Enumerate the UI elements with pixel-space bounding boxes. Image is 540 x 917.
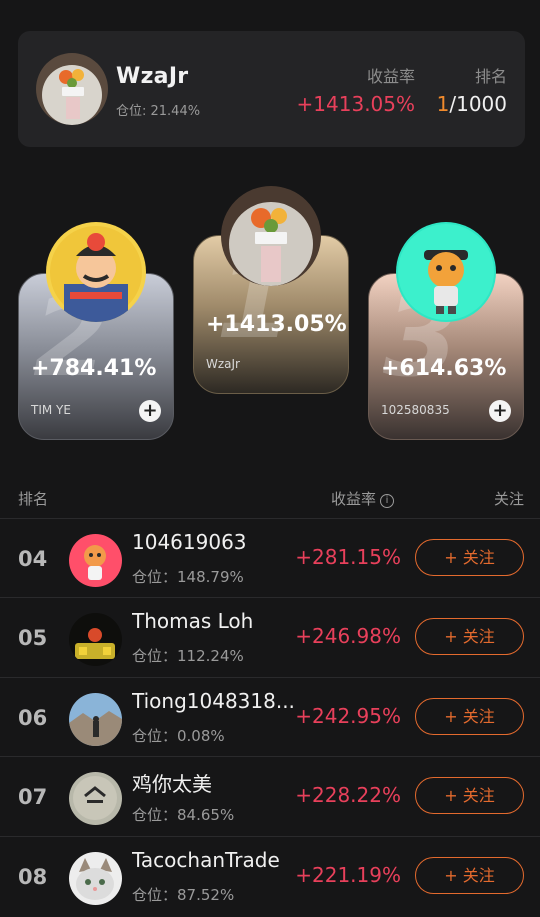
avatar[interactable] xyxy=(69,613,122,666)
my-rank: 1/1000 xyxy=(437,92,507,116)
podium-name: 102580835 xyxy=(381,403,450,417)
podium-name: WzaJr xyxy=(206,357,240,371)
row-position: 仓位：112.24% xyxy=(132,647,244,665)
avatar[interactable] xyxy=(69,852,122,905)
row-position: 仓位：84.65% xyxy=(132,806,235,824)
table-row[interactable]: 04 104619063 仓位：148.79% +281.15% + 关注 xyxy=(0,518,540,598)
follow-button[interactable]: + 关注 xyxy=(415,618,524,655)
rank-label: 排名 xyxy=(474,67,507,86)
row-return-rate: +281.15% xyxy=(295,545,401,569)
my-name: WzaJr xyxy=(116,64,189,89)
podium-rate: +614.63% xyxy=(381,356,507,381)
follow-button[interactable]: + 关注 xyxy=(415,777,524,814)
row-position: 仓位：148.79% xyxy=(132,568,244,586)
table-row[interactable]: 08 TacochanTrade 仓位：87.52% +221.19% + 关注 xyxy=(0,836,540,916)
list-header-rate-label: 收益率 xyxy=(331,490,377,508)
table-row[interactable]: 06 Tiong1048318... 仓位：0.08% +242.95% + 关… xyxy=(0,677,540,757)
avatar[interactable] xyxy=(69,534,122,587)
my-return-rate: +1413.05% xyxy=(296,92,415,116)
row-return-rate: +242.95% xyxy=(295,704,401,728)
follow-button[interactable]: + 关注 xyxy=(415,857,524,894)
row-name: 104619063 xyxy=(132,530,247,554)
row-return-rate: +221.19% xyxy=(295,863,401,887)
podium-rate: +784.41% xyxy=(31,356,157,381)
follow-button[interactable]: + 关注 xyxy=(415,539,524,576)
table-row[interactable]: 05 Thomas Loh 仓位：112.24% +246.98% + 关注 xyxy=(0,597,540,677)
avatar[interactable] xyxy=(36,53,108,125)
row-name: Tiong1048318... xyxy=(132,689,295,713)
follow-button[interactable]: + 关注 xyxy=(415,698,524,735)
avatar[interactable] xyxy=(46,222,146,322)
podium-rate: +1413.05% xyxy=(206,312,347,337)
avatar[interactable] xyxy=(396,222,496,322)
row-name: 鸡你太美 xyxy=(132,772,212,796)
list-header-return-rate: 收益率 i xyxy=(331,488,395,509)
row-return-rate: +228.22% xyxy=(295,783,401,807)
list-header-rank: 排名 xyxy=(18,490,49,508)
follow-plus-button[interactable]: + xyxy=(489,400,511,422)
info-icon[interactable]: i xyxy=(380,494,395,508)
row-position: 仓位：0.08% xyxy=(132,727,225,745)
avatar[interactable] xyxy=(69,693,122,746)
row-return-rate: +246.98% xyxy=(295,624,401,648)
row-position: 仓位：87.52% xyxy=(132,886,235,904)
table-row[interactable]: 07 鸡你太美 仓位：84.65% +228.22% + 关注 xyxy=(0,756,540,836)
row-rank: 08 xyxy=(18,865,48,889)
row-name: TacochanTrade xyxy=(132,848,280,872)
avatar[interactable] xyxy=(69,772,122,825)
follow-plus-button[interactable]: + xyxy=(139,400,161,422)
avatar[interactable] xyxy=(221,186,321,286)
row-rank: 06 xyxy=(18,706,48,730)
row-name: Thomas Loh xyxy=(132,609,254,633)
my-ranking-card: WzaJr 仓位: 21.44% 收益率 排名 +1413.05% 1/1000 xyxy=(18,31,525,147)
row-rank: 04 xyxy=(18,547,48,571)
list-header-follow: 关注 xyxy=(493,490,524,508)
return-rate-label: 收益率 xyxy=(366,67,415,86)
row-rank: 05 xyxy=(18,626,48,650)
podium-name: TIM YE xyxy=(31,403,71,417)
my-rank-current: 1 xyxy=(436,92,450,116)
row-rank: 07 xyxy=(18,785,48,809)
my-rank-total: /1000 xyxy=(449,92,507,116)
my-position: 仓位: 21.44% xyxy=(116,104,201,119)
